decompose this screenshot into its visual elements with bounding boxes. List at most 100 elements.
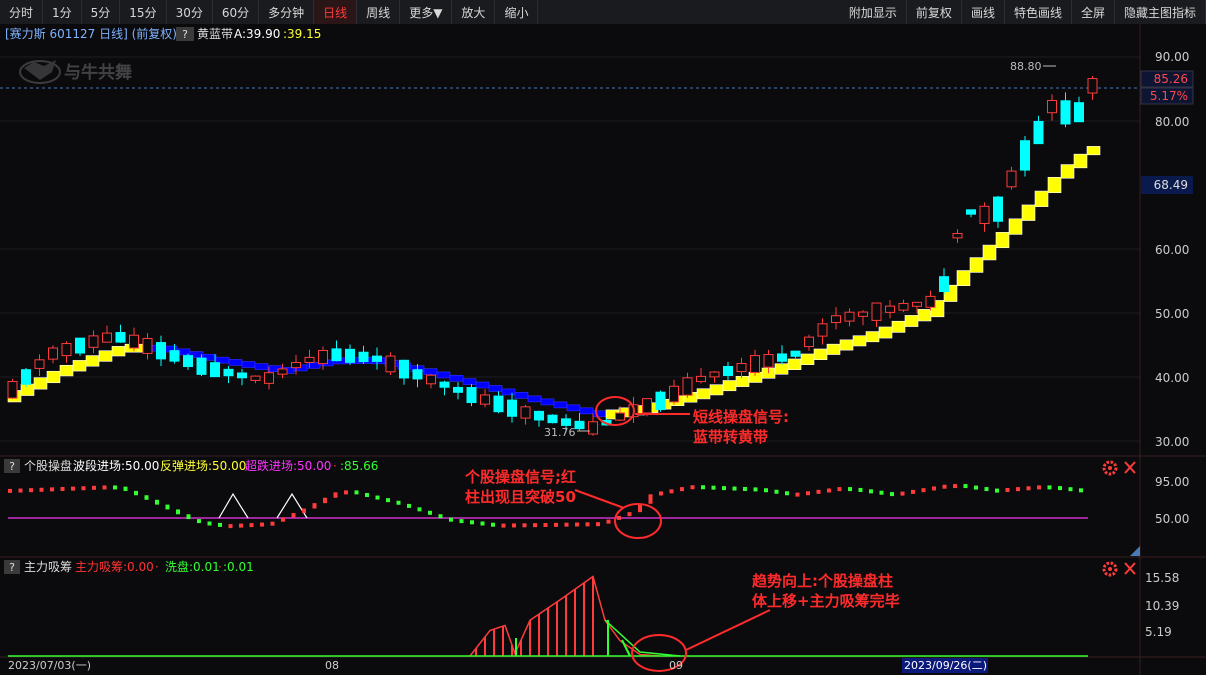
osc-bar-up	[627, 512, 632, 517]
osc-bar-up	[690, 485, 695, 490]
candle-up	[952, 232, 963, 239]
annotation-2-line2: 柱出现且突破50	[465, 488, 576, 506]
candle-up	[480, 394, 490, 405]
chart-area[interactable]: [赛力斯 601127 日线] (前复权) ? 黄蓝带 A:39.90 :39.…	[0, 24, 1206, 675]
yellow-band-segment	[46, 370, 61, 384]
blue-band-segment	[566, 404, 581, 412]
period-tab-5min[interactable]: 5分	[82, 0, 121, 24]
yellow-band-segment	[865, 331, 880, 343]
candle-down	[210, 362, 220, 378]
panel3-tick-10: 10.39	[1145, 599, 1179, 613]
osc-bar-up	[270, 521, 275, 526]
osc-bar-up	[921, 488, 926, 493]
candle-down	[547, 414, 558, 424]
blue-band-segment	[254, 363, 269, 370]
blue-band-segment	[228, 359, 243, 366]
special-draw-button[interactable]: 特色画线	[1005, 0, 1072, 24]
osc-bar-up	[911, 489, 915, 494]
period-tab-30min[interactable]: 30分	[167, 0, 213, 24]
right-marker-value: 68.49	[1154, 178, 1188, 192]
candle-down	[75, 337, 85, 354]
osc-bar-up	[60, 486, 65, 491]
current-pct-value: 5.17%	[1150, 89, 1188, 103]
blue-band-segment	[579, 407, 594, 415]
osc-bar-up	[50, 487, 54, 492]
panel3-tick-5: 5.19	[1145, 625, 1172, 639]
osc-bar-up	[71, 486, 75, 491]
osc-bar-up	[228, 524, 233, 529]
candle-down	[372, 355, 382, 362]
zoom-out-button[interactable]: 缩小	[495, 0, 539, 24]
candle-down	[561, 418, 571, 426]
candle-up	[1006, 170, 1017, 188]
osc-bar-up	[680, 487, 684, 492]
candle-up	[318, 350, 328, 365]
panel3-label-absorb: 主力吸筹:0.00	[75, 560, 154, 574]
current-price-value: 85.26	[1154, 72, 1188, 86]
forward-adjust-button[interactable]: 前复权	[907, 0, 962, 24]
osc-bar-up	[302, 508, 306, 514]
candle-up	[709, 371, 720, 378]
candle-down	[1033, 120, 1044, 145]
help-icon: ?	[182, 28, 188, 41]
osc-bar-up	[239, 523, 243, 528]
yellow-band-segment	[1021, 204, 1036, 221]
panel2-title: 个股操盘	[24, 458, 72, 473]
osc-bar-down	[428, 510, 432, 515]
osc-bar-up	[669, 489, 674, 494]
extra-display-button[interactable]: 附加显示	[840, 0, 907, 24]
period-tab-weekly[interactable]: 周线	[357, 0, 401, 24]
draw-line-button[interactable]: 画线	[962, 0, 1005, 24]
annotation-3-line1: 趋势向上:个股操盘柱	[752, 572, 893, 590]
period-tab-multi-min[interactable]: 多分钟	[259, 0, 315, 24]
osc-bar-down	[491, 522, 495, 527]
blue-band-segment	[475, 381, 490, 389]
candle-down	[196, 357, 207, 375]
osc-bar-down	[396, 500, 401, 505]
more-dropdown[interactable]: 更多▼	[400, 0, 453, 24]
yellow-band-segment	[1008, 218, 1023, 235]
osc-bar-up	[1005, 487, 1010, 492]
low-price-label: 31.76	[544, 426, 576, 439]
price-tick-60: 60.00	[1155, 243, 1189, 257]
period-tab-60min[interactable]: 60分	[213, 0, 260, 24]
yellow-band-segment	[696, 388, 711, 400]
osc-bar-up	[953, 484, 957, 489]
hide-main-indicator-button[interactable]: 隐藏主图指标	[1115, 0, 1206, 24]
osc-bar-down	[711, 485, 716, 490]
yellow-band-segment	[826, 343, 841, 355]
osc-bar-down	[858, 487, 863, 492]
osc-bar-up	[932, 486, 936, 491]
osc-bar-up	[512, 523, 516, 528]
candle-down	[169, 350, 180, 362]
candle-down	[453, 386, 463, 393]
period-tab-fenshi[interactable]: 分时	[0, 0, 44, 24]
osc-bar-down	[207, 521, 212, 526]
yellow-band-segment	[904, 315, 919, 327]
candle-up	[102, 332, 112, 343]
osc-bar-up	[291, 513, 296, 518]
candle-down	[939, 276, 949, 292]
zoom-in-button[interactable]: 放大	[452, 0, 496, 24]
candle-up	[642, 398, 652, 414]
osc-bar-up	[585, 522, 590, 527]
period-tab-15min[interactable]: 15分	[120, 0, 167, 24]
blue-band-segment	[423, 368, 438, 375]
osc-bar-down	[186, 514, 191, 520]
osc-bar-up	[942, 484, 947, 489]
osc-bar-up	[1026, 486, 1031, 491]
fullscreen-button[interactable]: 全屏	[1072, 0, 1115, 24]
yellow-band-segment	[956, 270, 971, 287]
yellow-band-segment	[1060, 164, 1075, 179]
yellow-band-segment	[20, 383, 35, 396]
candle-up	[682, 377, 693, 396]
high-price-label: 88.80	[1010, 60, 1042, 73]
candle-down	[1020, 140, 1030, 171]
yellow-band-segment	[85, 355, 100, 367]
candle-down	[21, 369, 31, 385]
period-tab-1min[interactable]: 1分	[43, 0, 82, 24]
osc-bar-down	[963, 484, 968, 489]
period-tab-daily[interactable]: 日线	[314, 0, 358, 24]
candle-up	[61, 343, 72, 357]
osc-bar-down	[974, 485, 978, 490]
